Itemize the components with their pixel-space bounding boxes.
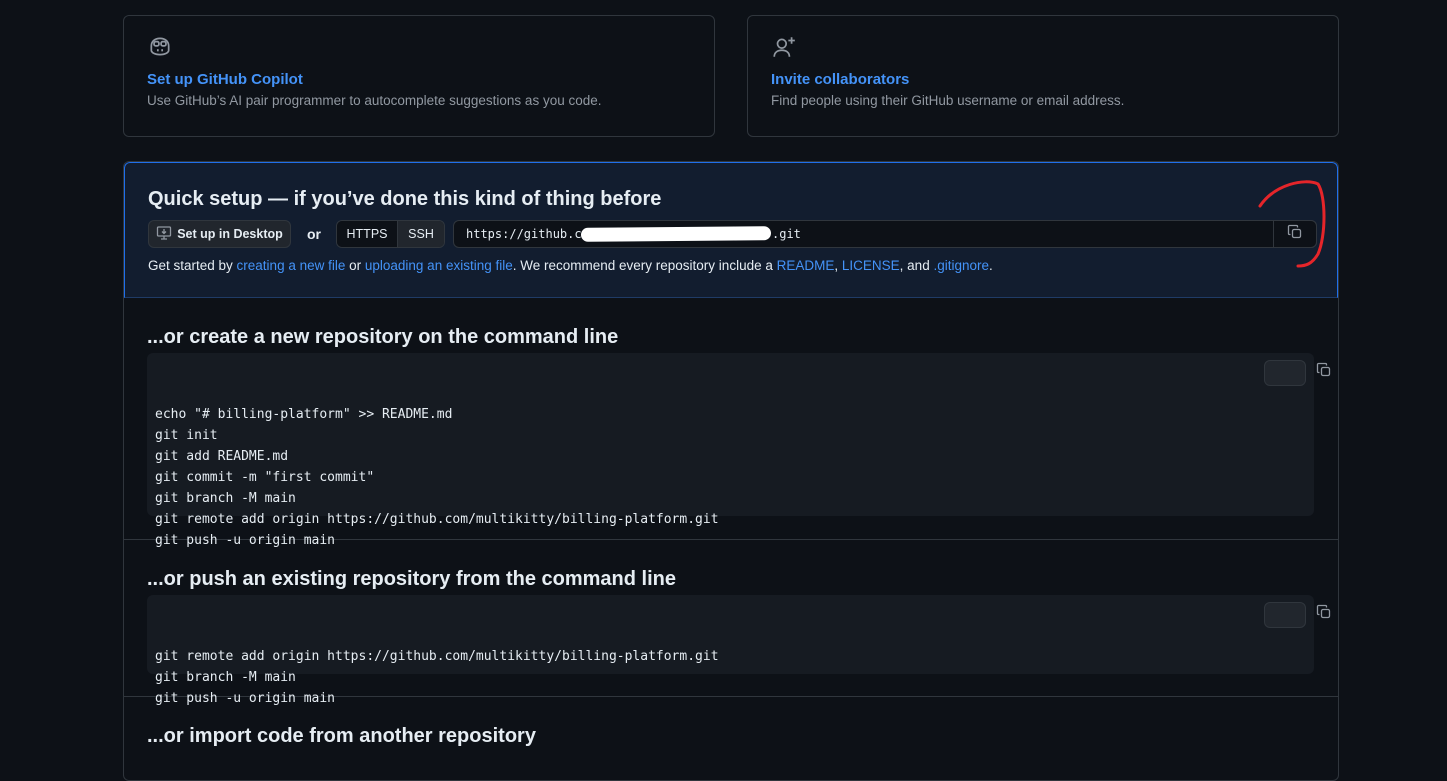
copilot-description: Use GitHub’s AI pair programmer to autoc… [147,93,602,108]
new-repo-code: echo "# billing-platform" >> README.md g… [155,407,719,548]
new-repo-title: ...or create a new repository on the com… [147,326,619,348]
copilot-card[interactable]: Set up GitHub Copilot Use GitHub’s AI pa… [123,15,715,137]
invite-title[interactable]: Invite collaborators [771,71,1315,88]
help-text: , [834,258,842,273]
help-text: , and [899,258,934,273]
invite-description: Find people using their GitHub username … [771,93,1125,108]
copy-url-button[interactable] [1273,220,1317,248]
push-existing-section: ...or push an existing repository from t… [124,540,1338,706]
help-text: . We recommend every repository include … [512,258,777,273]
redaction-scribble [580,226,772,242]
protocol-toggle: HTTPS SSH [336,220,445,248]
quick-setup-title: Quick setup — if you’ve done this kind o… [148,188,662,210]
copy-push-existing-button[interactable] [1264,602,1331,628]
create-new-file-link[interactable]: creating a new file [237,258,346,273]
copy-icon [1287,224,1303,245]
upload-file-link[interactable]: uploading an existing file [365,258,513,273]
import-section: ...or import code from another repositor… [124,697,1338,780]
new-repo-code-block: echo "# billing-platform" >> README.md g… [147,353,1331,548]
import-title: ...or import code from another repositor… [147,725,536,747]
gitignore-link[interactable]: .gitignore [933,258,989,273]
clone-url-prefix: https://github.com [466,227,597,241]
copy-new-repo-button[interactable] [1264,360,1331,386]
setup-in-desktop-button[interactable]: Set up in Desktop [148,220,291,248]
ssh-tab[interactable]: SSH [398,221,444,247]
push-existing-title: ...or push an existing repository from t… [147,568,676,590]
https-tab[interactable]: HTTPS [337,221,398,247]
desktop-download-icon [156,225,172,244]
readme-link[interactable]: README [777,258,835,273]
clone-url-suffix: .git [772,227,801,241]
invite-card[interactable]: Invite collaborators Find people using t… [747,15,1339,137]
quick-setup-help: Get started by creating a new file or up… [148,258,993,273]
copilot-icon [147,34,173,60]
clone-url-field[interactable]: https://github.com .git [453,220,1317,248]
license-link[interactable]: LICENSE [842,258,900,273]
help-text: or [345,258,365,273]
copy-icon [1238,341,1332,406]
quick-setup-box: Quick setup — if you’ve done this kind o… [124,162,1338,298]
setup-panel: Quick setup — if you’ve done this kind o… [123,161,1339,781]
push-existing-code-block: git remote add origin https://github.com… [147,595,1331,706]
or-label: or [307,226,321,242]
setup-in-desktop-label: Set up in Desktop [177,227,283,241]
help-text: Get started by [148,258,237,273]
help-text: . [989,258,993,273]
copy-icon [1238,583,1332,648]
copilot-title[interactable]: Set up GitHub Copilot [147,71,691,88]
person-add-icon [771,34,797,60]
new-repo-section: ...or create a new repository on the com… [124,298,1338,548]
